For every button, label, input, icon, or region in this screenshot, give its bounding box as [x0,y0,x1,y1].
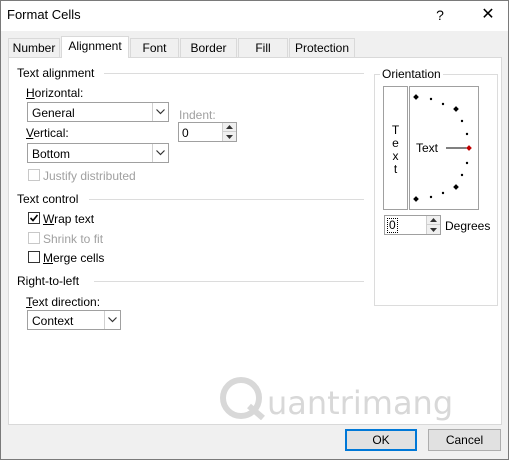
divider [104,73,364,74]
text-direction-label: Text direction: [26,295,101,309]
merge-cells-label-text: erge cells [53,251,105,265]
tab-number[interactable]: Number [8,38,60,57]
text-alignment-group-label: Text alignment [17,66,95,80]
format-cells-dialog: Format Cells ? ✕ Number Alignment Font B… [0,0,509,460]
orientation-dial[interactable]: Text [409,86,479,210]
tab-font[interactable]: Font [130,38,179,57]
horizontal-select[interactable]: General [27,102,169,122]
horizontal-label: Horizontal: [26,86,84,100]
watermark-text: uantrimang [267,384,454,422]
horizontal-value: General [32,106,75,120]
degrees-label: Degrees [445,219,491,233]
help-button[interactable]: ? [429,5,451,25]
tab-protection[interactable]: Protection [289,38,355,57]
horizontal-label-text: orizontal: [34,86,84,100]
tab-alignment[interactable]: Alignment [61,36,129,58]
cancel-button[interactable]: Cancel [428,429,501,451]
vertical-value: Bottom [32,147,71,161]
shrink-to-fit-checkbox[interactable] [28,232,40,244]
ok-button[interactable]: OK [345,429,417,451]
dialog-title: Format Cells [7,7,81,22]
tab-border[interactable]: Border [180,38,237,57]
spin-up-icon[interactable] [426,216,440,225]
chevron-down-icon [152,103,168,121]
spin-up-icon[interactable] [222,123,236,132]
wrap-text-label-text: rap text [54,212,95,226]
orientation-group-label: Orientation [380,67,443,81]
merge-cells-label: Merge cells [43,251,105,265]
wrap-text-label: Wrap text [43,212,95,226]
title-bar: Format Cells ? ✕ [1,1,508,31]
vertical-text-box[interactable]: T e x t [383,86,408,210]
justify-distributed-label: Justify distributed [43,169,136,183]
divider [89,199,364,200]
vertical-label-text: ertical: [33,126,69,140]
justify-distributed-checkbox[interactable] [28,169,40,181]
dial-text: Text [416,141,439,155]
shrink-to-fit-label: Shrink to fit [43,232,104,246]
degrees-spinner[interactable]: 0 [384,215,441,235]
chevron-down-icon [104,311,120,329]
checkmark-icon [29,214,39,222]
chevron-down-icon [152,144,168,162]
degrees-value: 0 [387,218,398,233]
merge-cells-checkbox[interactable] [28,251,40,263]
wrap-text-checkbox[interactable] [28,212,40,224]
vertical-text: T e x t [384,124,407,176]
alignment-panel: Text alignment Horizontal: General Inden… [8,57,502,425]
spin-down-icon[interactable] [222,132,236,141]
spin-down-icon[interactable] [426,225,440,234]
indent-value: 0 [182,126,189,140]
vertical-text-letter: t [393,162,398,176]
tab-fill[interactable]: Fill [238,38,288,57]
watermark-q-icon [220,377,265,421]
vertical-select[interactable]: Bottom [27,143,169,163]
vertical-label: Vertical: [26,126,69,140]
text-control-group-label: Text control [17,192,79,206]
close-button[interactable]: ✕ [476,3,500,27]
text-direction-label-text: ext direction: [32,295,101,309]
indent-spinner[interactable]: 0 [178,122,237,142]
text-direction-value: Context [32,314,74,328]
indent-label: Indent: [179,108,216,122]
text-direction-select[interactable]: Context [27,310,121,330]
divider [94,281,364,282]
right-to-left-group-label: Right-to-left [17,274,80,288]
